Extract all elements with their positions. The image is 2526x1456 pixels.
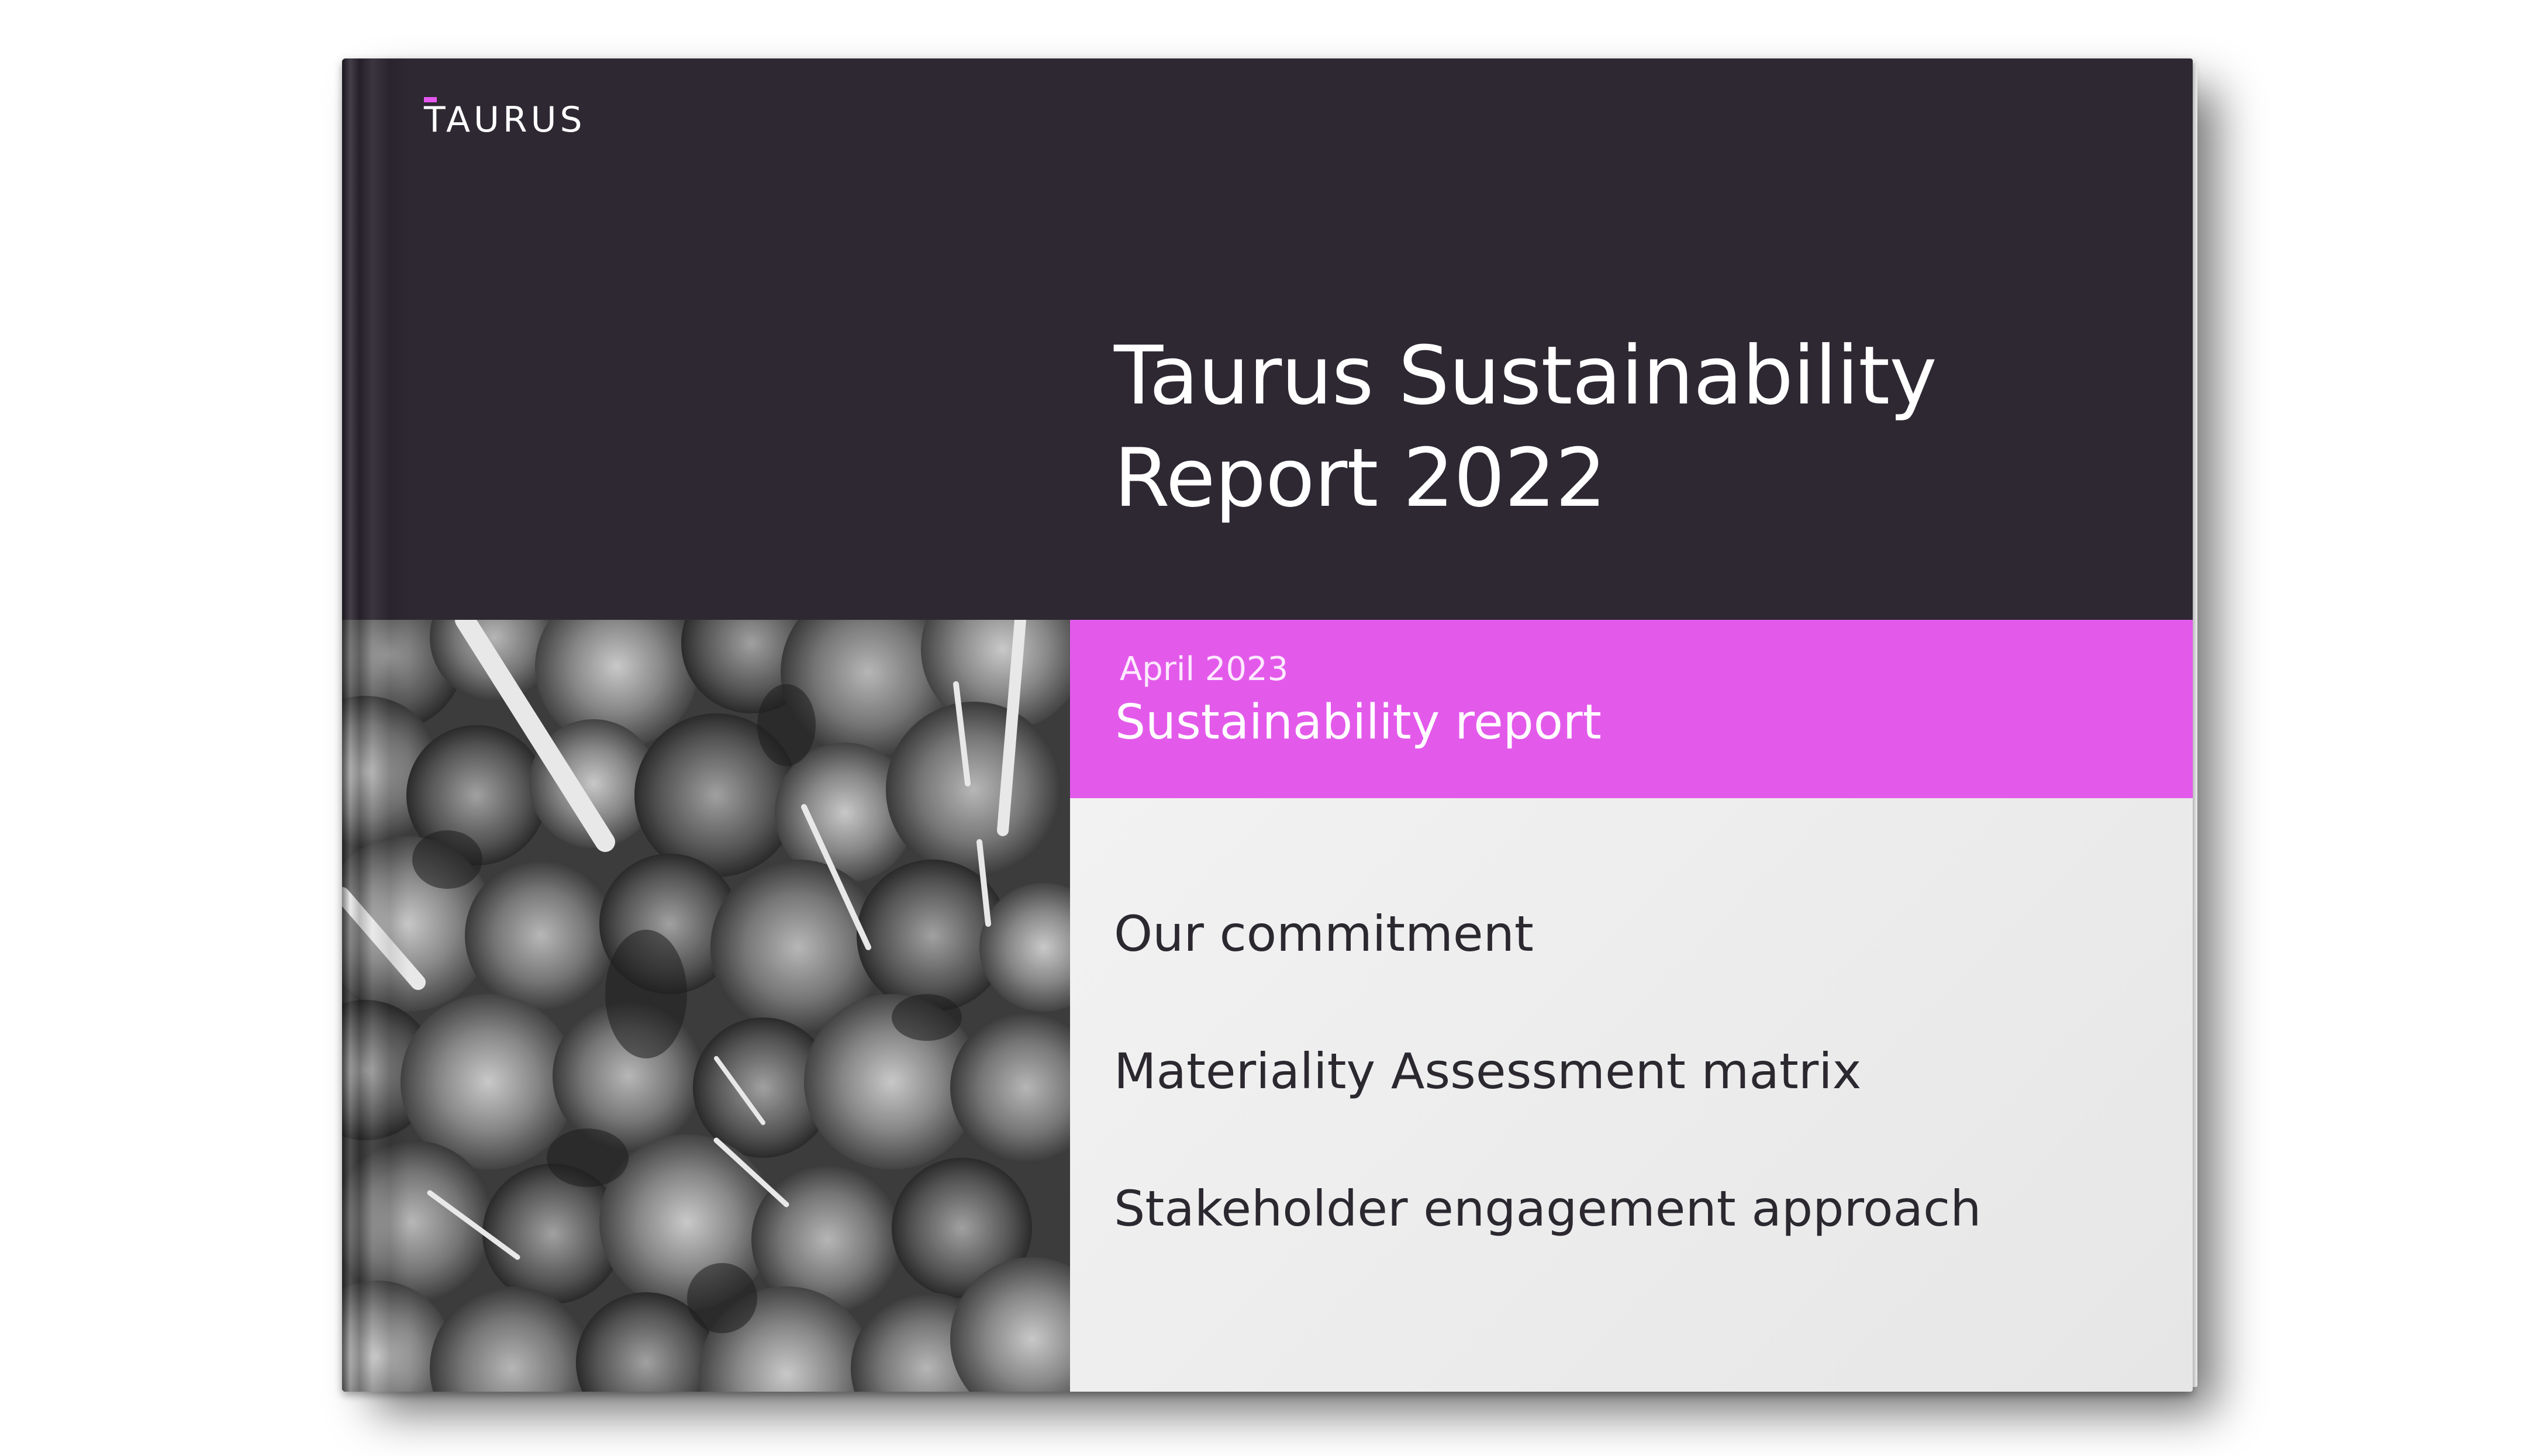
contents-item-materiality: Materiality Assessment matrix	[1114, 1043, 1862, 1100]
contents-item-commitment: Our commitment	[1114, 905, 1534, 962]
forest-canopy-photo	[342, 620, 1070, 1392]
page-title: Taurus Sustainability Report 2022	[1114, 325, 2155, 529]
logo-wordmark: TAURUS	[424, 97, 586, 140]
report-subtitle: Sustainability report	[1115, 695, 1602, 750]
logo-accent-mark	[424, 97, 437, 102]
taurus-logo: TAURUS	[424, 96, 586, 143]
report-date: April 2023	[1120, 650, 1289, 688]
mockup-stage: TAURUS Taurus Sustainability Report 2022…	[0, 0, 2526, 1456]
contents-item-stakeholder: Stakeholder engagement approach	[1114, 1180, 1982, 1237]
title-line-1: Taurus Sustainability	[1114, 329, 1937, 423]
title-line-2: Report 2022	[1114, 431, 1607, 525]
